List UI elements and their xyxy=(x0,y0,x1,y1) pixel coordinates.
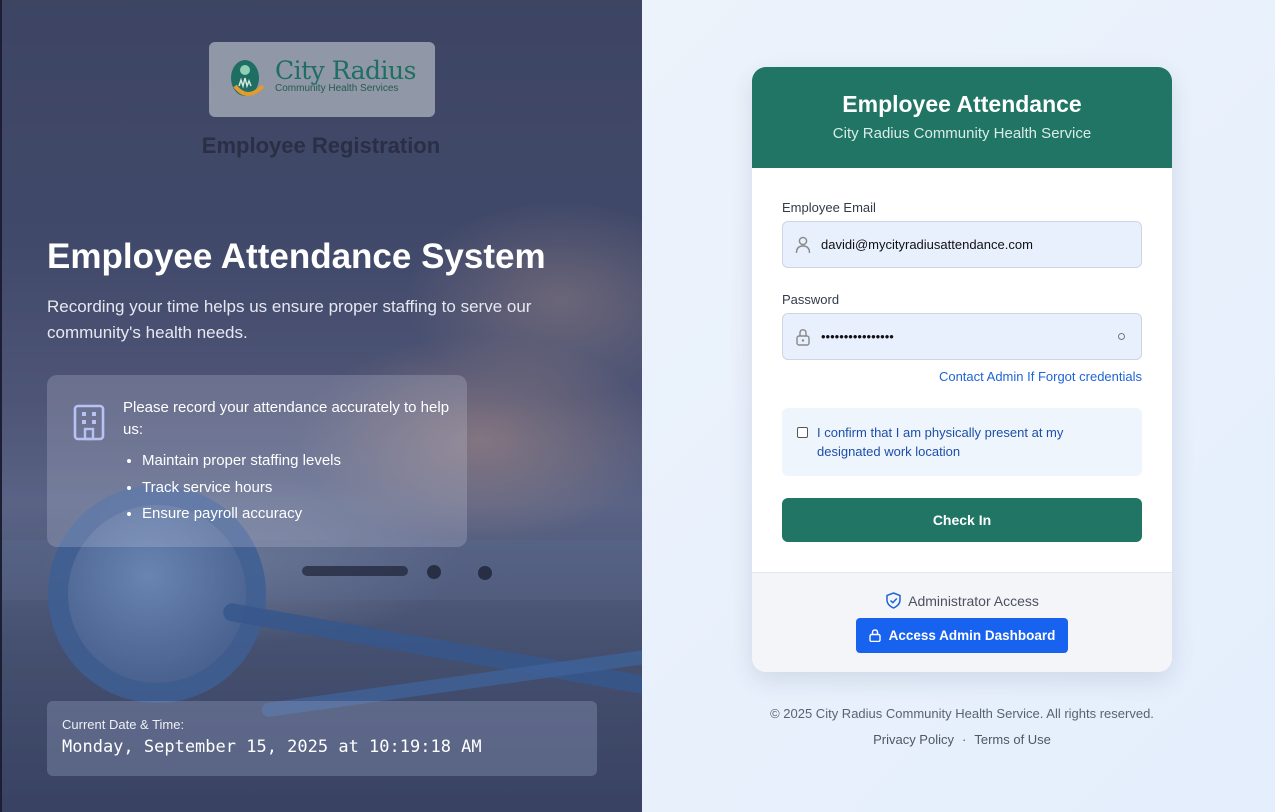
login-card: Employee Attendance City Radius Communit… xyxy=(752,67,1172,672)
copyright-text: © 2025 City Radius Community Health Serv… xyxy=(770,706,1154,721)
info-text: Please record your attendance accurately… xyxy=(123,399,450,438)
card-title: Employee Attendance xyxy=(842,91,1082,117)
terms-of-use-link[interactable]: Terms of Use xyxy=(974,732,1051,747)
check-in-button[interactable]: Check In xyxy=(782,498,1142,542)
info-card: Please record your attendance accurately… xyxy=(47,375,467,547)
presence-confirmation: I confirm that I am physically present a… xyxy=(782,408,1142,476)
info-list: Maintain proper staffing levels Track se… xyxy=(142,448,341,528)
user-icon xyxy=(795,236,811,254)
list-item: Track service hours xyxy=(142,475,341,502)
admin-dashboard-label: Access Admin Dashboard xyxy=(888,628,1056,643)
password-field xyxy=(782,313,1142,360)
email-field xyxy=(782,221,1142,268)
logo-mark-icon xyxy=(231,60,265,96)
logo-subtitle: Community Health Services xyxy=(275,83,399,94)
datetime-box: Current Date & Time: Monday, September 1… xyxy=(47,701,597,776)
lock-icon xyxy=(868,629,881,642)
password-input[interactable] xyxy=(821,314,1121,359)
footer-links: Privacy Policy · Terms of Use xyxy=(752,732,1172,747)
registration-title: Employee Registration xyxy=(201,133,441,158)
privacy-policy-link[interactable]: Privacy Policy xyxy=(873,732,954,747)
hero-title: Employee Attendance System xyxy=(47,237,546,276)
hero-subtitle: Recording your time helps us ensure prop… xyxy=(47,297,532,342)
presence-checkbox[interactable] xyxy=(797,427,808,438)
card-header: Employee Attendance City Radius Communit… xyxy=(752,67,1172,168)
left-hero-panel: City Radius Community Health Services Em… xyxy=(0,0,642,812)
email-input[interactable] xyxy=(821,222,1121,267)
footer-separator: · xyxy=(962,732,967,747)
card-subtitle: City Radius Community Health Service xyxy=(832,125,1092,142)
brand-logo: City Radius Community Health Services xyxy=(209,42,435,117)
forgot-credentials-link[interactable]: Contact Admin If Forgot credentials xyxy=(939,369,1142,384)
eye-icon[interactable] xyxy=(1118,333,1125,340)
admin-section: Administrator Access Access Admin Dashbo… xyxy=(752,572,1172,672)
shield-check-icon xyxy=(886,592,901,609)
list-item: Maintain proper staffing levels xyxy=(142,448,341,475)
presence-confirmation-label[interactable]: I confirm that I am physically present a… xyxy=(817,423,1117,461)
admin-dashboard-button[interactable]: Access Admin Dashboard xyxy=(856,618,1068,653)
lock-icon xyxy=(796,329,810,346)
datetime-label: Current Date & Time: xyxy=(62,717,185,732)
building-icon xyxy=(73,404,105,441)
datetime-value: Monday, September 15, 2025 at 10:19:18 A… xyxy=(62,737,482,757)
password-label: Password xyxy=(782,292,840,307)
logo-name: City Radius xyxy=(275,56,416,85)
email-label: Employee Email xyxy=(782,200,876,215)
list-item: Ensure payroll accuracy xyxy=(142,501,341,528)
left-edge xyxy=(0,0,2,812)
admin-access-label: Administrator Access xyxy=(908,593,1039,609)
admin-access-row: Administrator Access xyxy=(752,592,1172,609)
